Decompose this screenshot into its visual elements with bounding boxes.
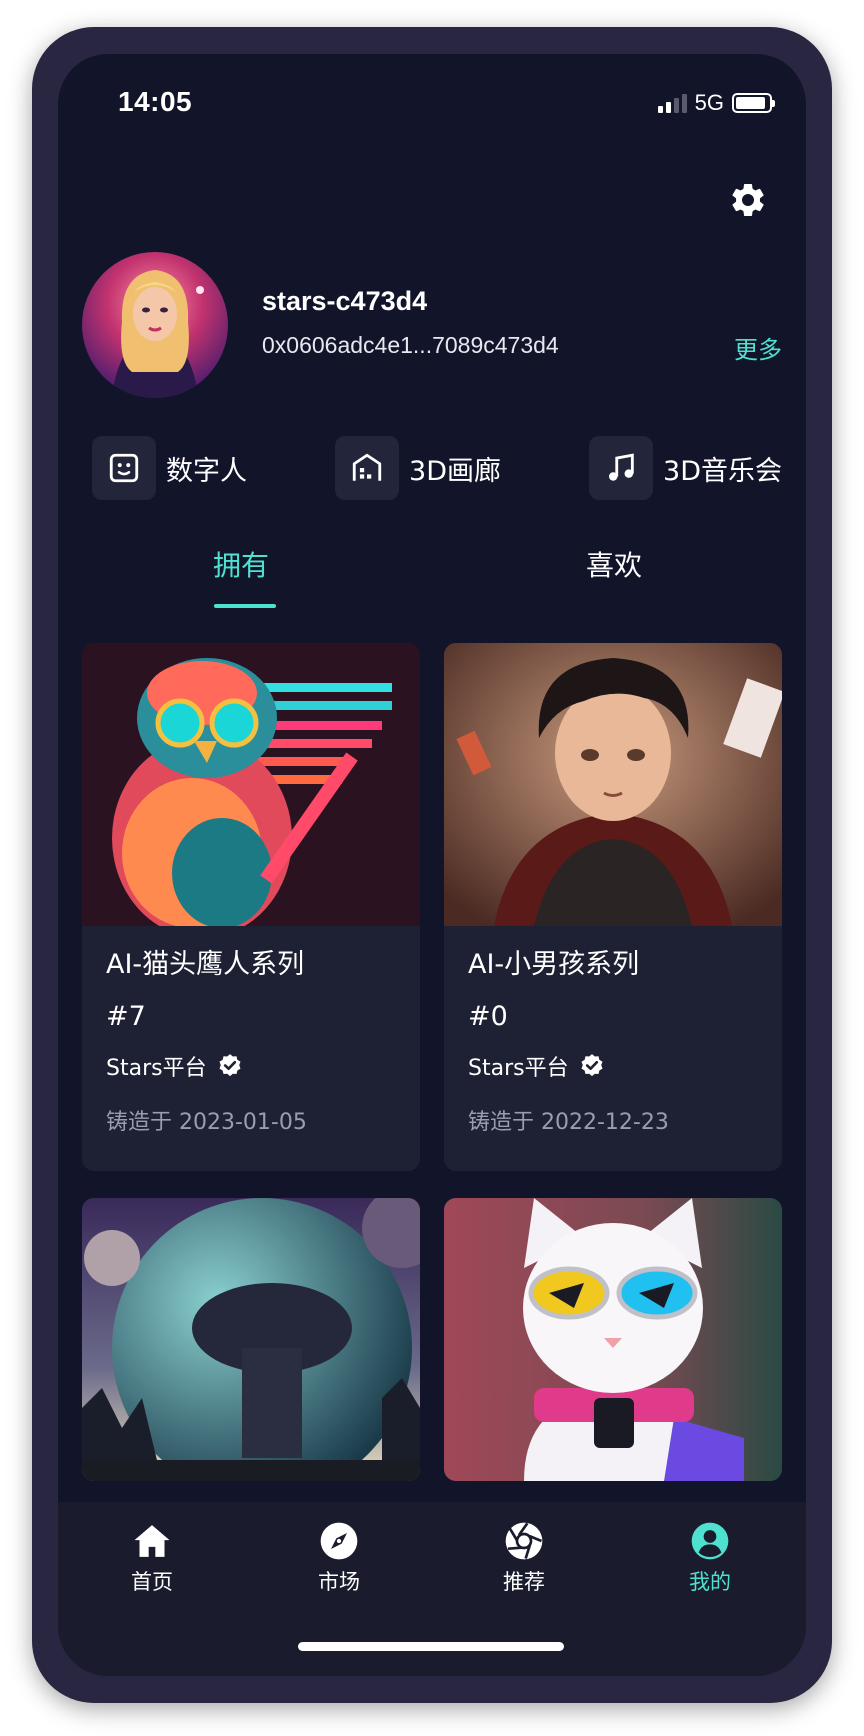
status-time: 14:05 — [118, 86, 193, 117]
username: stars-c473d4 — [262, 286, 428, 316]
card-number: #7 — [106, 1001, 146, 1032]
card-date: 铸造于 2022-12-23 — [468, 1110, 669, 1135]
nav-label: 首页 — [131, 1570, 173, 1594]
app-screen: 14:05 5G stars-c473d4 0x0606adc4e1...708 — [58, 54, 806, 1676]
face-icon — [109, 453, 139, 483]
signal-icon — [657, 93, 687, 113]
wallet-address: 0x0606adc4e1...7089c473d4 — [262, 332, 559, 358]
card-creator: Stars平台 — [106, 1056, 207, 1081]
owl-warrior-artwork — [82, 643, 420, 926]
nav-item-home[interactable]: 首页 — [92, 1520, 212, 1596]
network-label: 5G — [694, 90, 724, 115]
avatar[interactable] — [82, 252, 228, 398]
avatar-portrait — [112, 270, 204, 398]
tab-owned[interactable]: 拥有 — [213, 544, 269, 584]
compass-icon — [320, 1522, 358, 1560]
card-title: AI-小男孩系列 — [468, 949, 640, 980]
nft-card-cat[interactable] — [444, 1198, 782, 1481]
quick-action-3d-concert[interactable]: 3D音乐会 — [589, 436, 782, 500]
home-icon — [134, 1525, 170, 1557]
quick-action-digital-human[interactable]: 数字人 — [92, 436, 247, 500]
card-number: #0 — [468, 1001, 508, 1032]
quick-action-label: 3D音乐会 — [663, 455, 782, 487]
nav-label: 推荐 — [503, 1570, 545, 1594]
music-note-icon — [608, 453, 634, 481]
verified-badge-icon — [581, 1054, 603, 1077]
card-creator: Stars平台 — [468, 1056, 569, 1081]
more-link[interactable]: 更多 — [734, 330, 782, 365]
active-tab-indicator — [214, 604, 276, 608]
cat-sunglasses-artwork — [444, 1198, 782, 1481]
verified-badge-icon — [219, 1054, 241, 1077]
nft-card-owl[interactable]: AI-猫头鹰人系列 #7 Stars平台 铸造于 2023-01-05 — [82, 643, 420, 1171]
anime-boy-artwork — [444, 643, 782, 926]
nav-item-mine[interactable]: 我的 — [650, 1520, 770, 1596]
gallery-icon — [352, 453, 382, 481]
quick-action-3d-gallery[interactable]: 3D画廊 — [335, 436, 501, 500]
planet-spaceship-artwork — [82, 1198, 420, 1481]
settings-button[interactable] — [726, 178, 770, 222]
quick-actions: 数字人 3D画廊 3D音乐会 — [92, 436, 782, 500]
nft-card-planet[interactable] — [82, 1198, 420, 1481]
card-date: 铸造于 2023-01-05 — [106, 1110, 307, 1135]
nav-item-recommend[interactable]: 推荐 — [464, 1520, 584, 1596]
gear-icon — [732, 183, 764, 216]
tab-liked[interactable]: 喜欢 — [586, 544, 642, 584]
card-title: AI-猫头鹰人系列 — [106, 949, 305, 980]
quick-action-label: 3D画廊 — [409, 455, 501, 487]
battery-icon — [732, 93, 775, 113]
status-indicators: 5G — [657, 90, 775, 116]
nft-card-boy[interactable]: AI-小男孩系列 #0 Stars平台 铸造于 2022-12-23 — [444, 643, 782, 1171]
home-indicator[interactable] — [298, 1642, 564, 1651]
user-icon — [691, 1522, 729, 1560]
quick-action-label: 数字人 — [166, 455, 247, 487]
aperture-icon — [505, 1522, 543, 1560]
nav-item-market[interactable]: 市场 — [279, 1520, 399, 1596]
collection-tabs: 拥有 喜欢 — [58, 544, 806, 614]
nav-label: 我的 — [689, 1570, 731, 1594]
nav-label: 市场 — [318, 1570, 360, 1594]
